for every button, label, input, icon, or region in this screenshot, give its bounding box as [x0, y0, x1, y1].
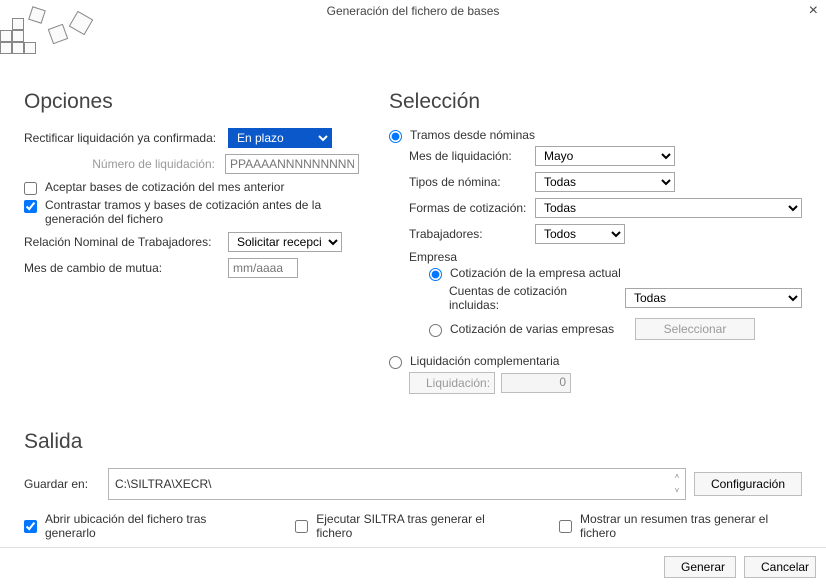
generar-button[interactable]: Generar: [664, 556, 736, 578]
aceptar-bases-checkbox[interactable]: Aceptar bases de cotización del mes ante…: [24, 180, 359, 195]
abrir-ubicacion-label: Abrir ubicación del fichero tras generar…: [45, 512, 255, 540]
guardar-path: C:\SILTRA\XECR\: [115, 477, 211, 491]
ejecutar-siltra-checkbox[interactable]: Ejecutar SILTRA tras generar el fichero: [295, 512, 519, 540]
guardar-path-box[interactable]: C:\SILTRA\XECR\ ˄ ˅: [108, 468, 686, 500]
scroll-up-icon[interactable]: ˄: [670, 470, 684, 484]
trabajadores-select[interactable]: Todos: [535, 224, 625, 244]
mes-cambio-label: Mes de cambio de mutua:: [24, 261, 222, 275]
guardar-label: Guardar en:: [24, 477, 100, 491]
scroll-down-icon[interactable]: ˅: [670, 484, 684, 498]
mes-liq-select[interactable]: Mayo: [535, 146, 675, 166]
close-icon[interactable]: ×: [809, 2, 818, 20]
mostrar-resumen-label: Mostrar un resumen tras generar el fiche…: [580, 512, 802, 540]
aceptar-bases-label: Aceptar bases de cotización del mes ante…: [45, 180, 284, 194]
rectificar-label: Rectificar liquidación ya confirmada:: [24, 131, 222, 145]
tramos-radio[interactable]: Tramos desde nóminas: [389, 128, 802, 143]
tipos-label: Tipos de nómina:: [409, 175, 529, 189]
varias-empresas-radio[interactable]: Cotización de varias empresas: [429, 322, 629, 337]
num-liquidacion-label: Número de liquidación:: [24, 157, 219, 171]
window-title: Generación del fichero de bases: [327, 4, 500, 18]
mostrar-resumen-checkbox[interactable]: Mostrar un resumen tras generar el fiche…: [559, 512, 802, 540]
empresa-label: Empresa: [409, 250, 802, 264]
mes-liq-label: Mes de liquidación:: [409, 149, 529, 163]
varias-empresas-label: Cotización de varias empresas: [450, 322, 614, 336]
num-liquidacion-input: [225, 154, 359, 174]
rnt-select[interactable]: Solicitar recepció: [228, 232, 342, 252]
ejecutar-siltra-label: Ejecutar SILTRA tras generar el fichero: [316, 512, 519, 540]
formas-label: Formas de cotización:: [409, 201, 529, 215]
liquidacion-number: 0: [501, 373, 571, 393]
cuentas-select[interactable]: Todas: [625, 288, 802, 308]
app-logo: [0, 8, 95, 63]
abrir-ubicacion-checkbox[interactable]: Abrir ubicación del fichero tras generar…: [24, 512, 255, 540]
tipos-select[interactable]: Todas: [535, 172, 675, 192]
empresa-actual-radio[interactable]: Cotización de la empresa actual: [429, 266, 802, 281]
salida-heading: Salida: [24, 430, 802, 454]
seleccionar-button: Seleccionar: [635, 318, 755, 340]
tramos-label: Tramos desde nóminas: [410, 128, 535, 142]
configuracion-button[interactable]: Configuración: [694, 472, 802, 496]
complementaria-label: Liquidación complementaria: [410, 354, 559, 368]
complementaria-radio[interactable]: Liquidación complementaria: [389, 354, 802, 369]
formas-select[interactable]: Todas: [535, 198, 802, 218]
liquidacion-button: Liquidación:: [409, 372, 495, 394]
empresa-actual-label: Cotización de la empresa actual: [450, 266, 621, 280]
rectificar-select[interactable]: En plazo: [228, 128, 332, 148]
cuentas-label: Cuentas de cotización incluidas:: [449, 284, 619, 312]
contrastar-tramos-checkbox[interactable]: Contrastar tramos y bases de cotización …: [24, 198, 359, 226]
cancelar-button[interactable]: Cancelar: [744, 556, 816, 578]
seleccion-heading: Selección: [389, 90, 802, 114]
trabajadores-label: Trabajadores:: [409, 227, 529, 241]
contrastar-tramos-label: Contrastar tramos y bases de cotización …: [45, 198, 359, 226]
mes-cambio-input[interactable]: [228, 258, 298, 278]
rnt-label: Relación Nominal de Trabajadores:: [24, 235, 222, 249]
opciones-heading: Opciones: [24, 90, 359, 114]
